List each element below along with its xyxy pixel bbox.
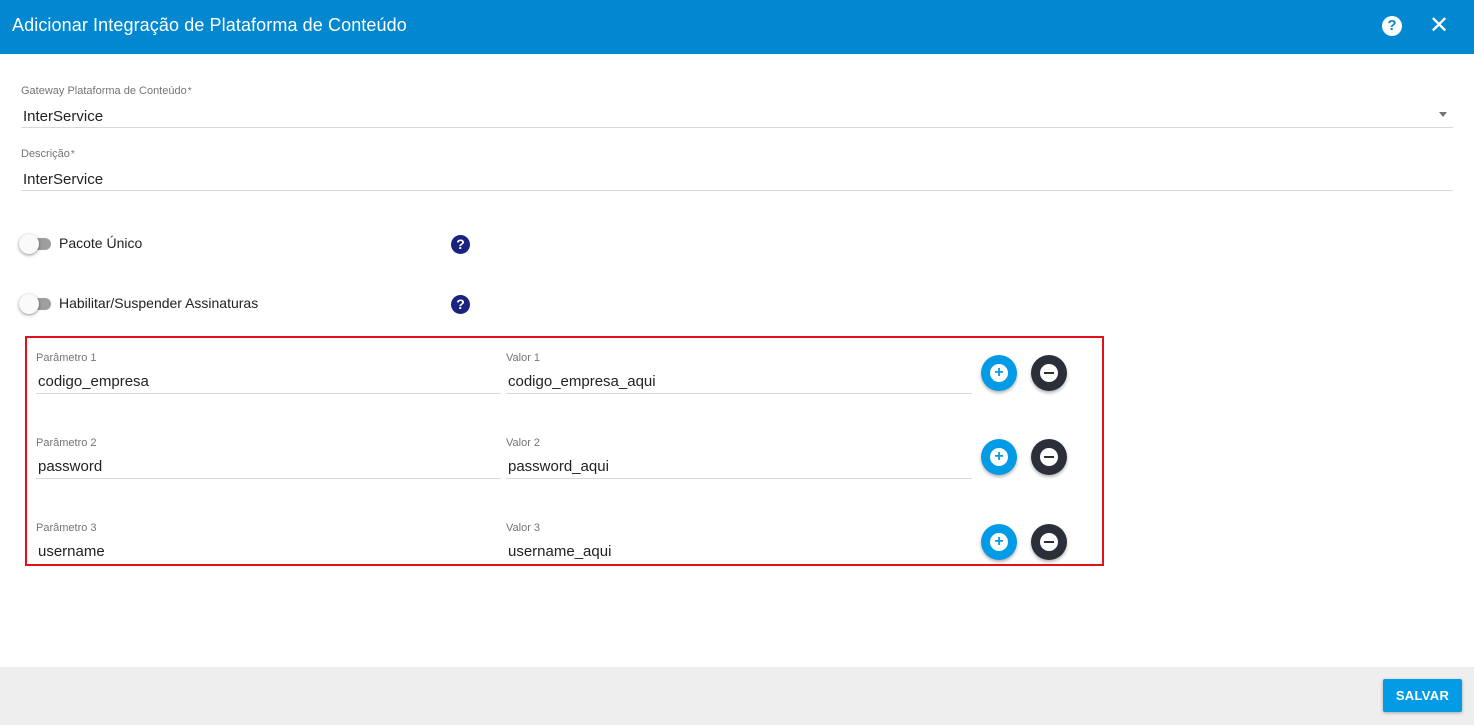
- descricao-field[interactable]: Descrição* InterService: [21, 148, 1453, 191]
- minus-icon: [1040, 448, 1058, 466]
- gateway-select[interactable]: Gateway Plataforma de Conteúdo* InterSer…: [21, 85, 1453, 128]
- dialog-title: Adicionar Integração de Plataforma de Co…: [12, 15, 407, 35]
- help-circle-icon[interactable]: ?: [451, 235, 470, 254]
- dialog-footer: [0, 667, 1474, 725]
- param-underline: [36, 478, 501, 479]
- param-field-3[interactable]: Parâmetro 3 username: [36, 522, 501, 564]
- valor-field-3[interactable]: Valor 3 username_aqui: [506, 522, 972, 564]
- descricao-underline: [21, 190, 1453, 191]
- valor-input[interactable]: password_aqui: [506, 458, 972, 476]
- gateway-underline: [21, 127, 1453, 128]
- param-field-2[interactable]: Parâmetro 2 password: [36, 437, 501, 479]
- help-circle-icon[interactable]: ?: [451, 295, 470, 314]
- param-underline: [36, 393, 501, 394]
- descricao-label: Descrição*: [21, 148, 75, 160]
- valor-field-1[interactable]: Valor 1 codigo_empresa_aqui: [506, 352, 972, 394]
- valor-input[interactable]: codigo_empresa_aqui: [506, 373, 972, 391]
- plus-icon: +: [990, 533, 1008, 551]
- param-field-1[interactable]: Parâmetro 1 codigo_empresa: [36, 352, 501, 394]
- valor-label: Valor 3: [506, 522, 541, 534]
- toggle-label: Habilitar/Suspender Assinaturas: [59, 295, 259, 311]
- valor-label: Valor 2: [506, 437, 541, 449]
- toggle-knob[interactable]: [19, 234, 39, 254]
- help-circle-icon[interactable]: ?: [1382, 16, 1402, 36]
- close-icon[interactable]: ✕: [1428, 13, 1450, 39]
- dialog-header: Adicionar Integração de Plataforma de Co…: [0, 0, 1474, 54]
- valor-field-2[interactable]: Valor 2 password_aqui: [506, 437, 972, 479]
- param-label: Parâmetro 2: [36, 437, 97, 449]
- add-parameter-button[interactable]: +: [981, 524, 1017, 560]
- valor-input[interactable]: username_aqui: [506, 543, 972, 561]
- add-parameter-button[interactable]: +: [981, 439, 1017, 475]
- plus-icon: +: [990, 364, 1008, 382]
- minus-icon: [1040, 533, 1058, 551]
- remove-parameter-button[interactable]: [1031, 524, 1067, 560]
- gateway-label: Gateway Plataforma de Conteúdo*: [21, 85, 192, 97]
- descricao-input[interactable]: InterService: [21, 171, 1453, 189]
- plus-icon: +: [990, 448, 1008, 466]
- remove-parameter-button[interactable]: [1031, 439, 1067, 475]
- valor-label: Valor 1: [506, 352, 541, 364]
- param-input[interactable]: username: [36, 543, 501, 561]
- toggle-knob[interactable]: [19, 294, 39, 314]
- minus-icon: [1040, 364, 1058, 382]
- add-parameter-button[interactable]: +: [981, 355, 1017, 391]
- valor-underline: [506, 478, 972, 479]
- remove-parameter-button[interactable]: [1031, 355, 1067, 391]
- save-button[interactable]: SALVAR: [1383, 679, 1462, 712]
- gateway-value: InterService: [23, 108, 104, 125]
- param-input[interactable]: codigo_empresa: [36, 373, 501, 391]
- valor-underline: [506, 393, 972, 394]
- param-label: Parâmetro 3: [36, 522, 97, 534]
- chevron-down-icon[interactable]: [1439, 112, 1447, 117]
- param-label: Parâmetro 1: [36, 352, 97, 364]
- param-input[interactable]: password: [36, 458, 501, 476]
- toggle-label: Pacote Único: [59, 235, 143, 251]
